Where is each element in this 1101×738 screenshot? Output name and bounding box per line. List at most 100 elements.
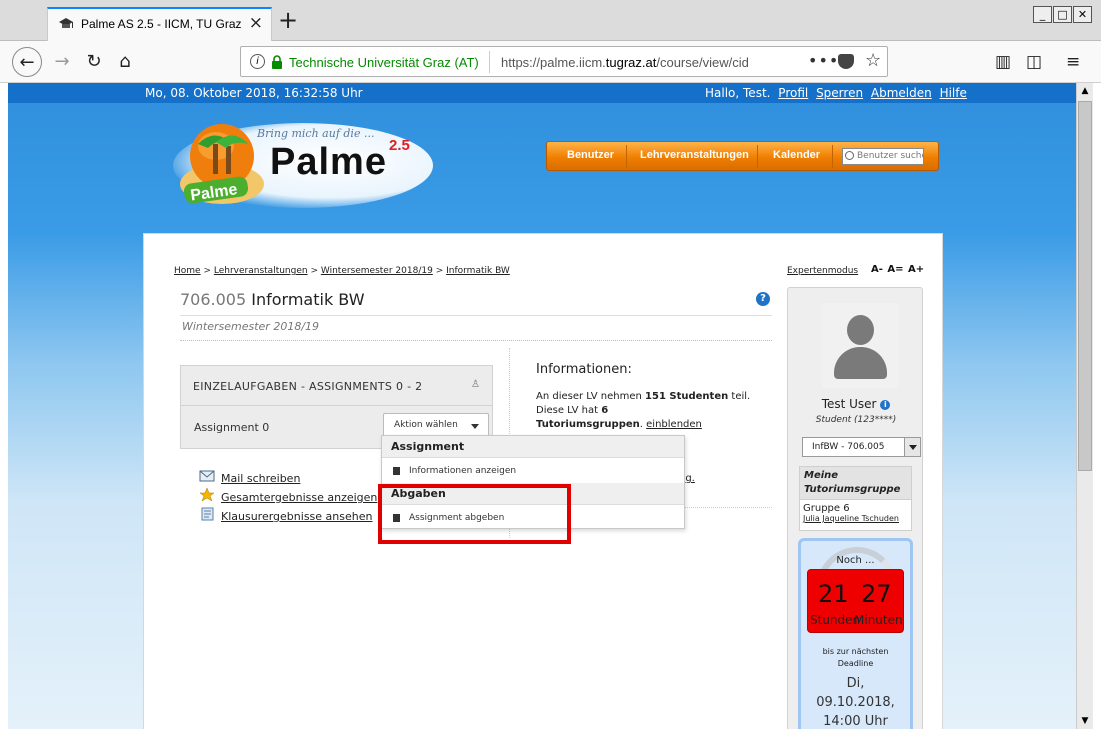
user-search-input[interactable]: Benutzer suchen [842, 148, 924, 165]
current-date: Mo, 08. Oktober 2018, 16:32:58 Uhr [145, 86, 363, 100]
font-larger-button[interactable]: A+ [908, 264, 924, 275]
pocket-icon[interactable] [838, 54, 854, 69]
window-minimize-button[interactable]: _ [1033, 6, 1052, 23]
back-arrow-icon[interactable]: ← [12, 47, 42, 77]
page-actions-icon[interactable]: ••• [808, 51, 839, 70]
chevron-down-icon[interactable] [904, 438, 920, 456]
star-icon [199, 488, 215, 502]
user-role: Student (123****) [815, 415, 897, 425]
logo-brand: Palme [270, 141, 387, 183]
breadcrumb-home[interactable]: Home [174, 266, 201, 276]
sidebar-toggle-icon[interactable]: ◫ [1026, 52, 1042, 72]
help-link[interactable]: Hilfe [940, 86, 967, 100]
font-normal-button[interactable]: A= [887, 264, 903, 275]
content-card: Home > Lehrveranstaltungen > Wintersemes… [143, 233, 943, 729]
window-maximize-button[interactable]: □ [1053, 6, 1072, 23]
countdown-timer: 21 27 Stunden Minuten [807, 569, 904, 633]
total-results-link[interactable]: Gesamtergebnisse anzeigen [221, 491, 377, 504]
site-identity-label: Technische Universität Graz (AT) [289, 55, 479, 70]
document-icon [201, 507, 214, 521]
logo-version: 2.5 [389, 137, 410, 154]
avatar-head [847, 315, 874, 345]
forward-arrow-icon[interactable]: → [47, 47, 77, 77]
menu-divider [626, 145, 627, 168]
mail-icon [199, 470, 215, 482]
divider [181, 405, 492, 406]
menu-divider [832, 145, 833, 168]
top-status-bar: Mo, 08. Oktober 2018, 16:32:58 Uhr Hallo… [8, 83, 1076, 103]
menu-item-show-info[interactable]: Informationen anzeigen [382, 459, 684, 483]
divider [180, 315, 772, 316]
url-text[interactable]: https://palme.iicm.tugraz.at/course/view… [501, 55, 773, 70]
url-divider [489, 51, 490, 73]
deadline-countdown: Noch ... 21 27 Stunden Minuten bis zur n… [798, 538, 913, 729]
info-icon[interactable]: i [880, 400, 891, 410]
site-info-icon[interactable]: i [250, 54, 265, 69]
divider [180, 340, 772, 341]
countdown-minutes: 27 [861, 580, 892, 608]
new-tab-button[interactable]: + [278, 8, 298, 32]
breadcrumb-semester[interactable]: Wintersemester 2018/19 [321, 266, 433, 276]
dropdown-section-assignment: Assignment [382, 436, 684, 458]
graduation-cap-icon [59, 18, 73, 28]
home-icon[interactable]: ⌂ [110, 47, 140, 77]
action-select-button[interactable]: Aktion wählen [383, 413, 489, 437]
assignment-name: Assignment 0 [194, 421, 270, 434]
caret-down-icon [471, 424, 479, 429]
breadcrumb-courses[interactable]: Lehrveranstaltungen [214, 266, 308, 276]
scroll-down-arrow-icon[interactable]: ▼ [1077, 713, 1093, 729]
page-title: 706.005 Informatik BW [180, 290, 365, 309]
browser-tab[interactable]: Palme AS 2.5 - IICM, TU Graz × [47, 7, 272, 41]
browser-tab-bar: Palme AS 2.5 - IICM, TU Graz × + _ □ ✕ [0, 0, 1101, 41]
assignments-header: EINZELAUFGABEN - ASSIGNMENTS 0 - 2 [193, 380, 423, 393]
bookmark-star-icon[interactable]: ☆ [865, 50, 881, 71]
countdown-hours: 21 [818, 580, 849, 608]
tutorium-group: Gruppe 6 Julia Jaqueline Tschuden [799, 499, 912, 531]
breadcrumb-course[interactable]: Informatik BW [446, 266, 510, 276]
menu-courses[interactable]: Lehrveranstaltungen [640, 149, 749, 161]
document-icon [393, 467, 400, 475]
course-select[interactable]: InfBW - 706.005 [802, 437, 921, 457]
tab-close-icon[interactable]: × [249, 13, 263, 33]
address-bar[interactable]: i Technische Universität Graz (AT) https… [240, 46, 888, 77]
group-count: 6 [601, 405, 609, 416]
user-sidebar: Test User i Student (123****) InfBW - 70… [787, 287, 923, 729]
browser-nav-bar: ← → ↻ ⌂ i Technische Universität Graz (A… [0, 41, 1101, 83]
greeting: Hallo, Test. [705, 86, 771, 100]
expert-mode-link[interactable]: Expertenmodus [787, 266, 858, 276]
menu-divider [757, 145, 758, 168]
info-text: An dieser LV nehmen 151 Studenten teil. … [536, 391, 751, 430]
help-icon[interactable]: ? [756, 292, 770, 306]
minutes-label: Minuten [854, 613, 903, 627]
tutorium-heading: Meine Tutoriumsgruppe [799, 466, 912, 499]
lock-link[interactable]: Sperren [816, 86, 863, 100]
semester-label: Wintersemester 2018/19 [182, 320, 320, 333]
deadline-date: Di, 09.10.2018, 14:00 Uhr [816, 676, 895, 729]
hamburger-menu-icon[interactable]: ≡ [1066, 52, 1080, 72]
tutor-link[interactable]: Julia Jaqueline Tschuden [803, 514, 908, 523]
reload-icon[interactable]: ↻ [79, 47, 109, 77]
search-icon [845, 151, 854, 160]
scrollbar-thumb[interactable] [1078, 101, 1092, 471]
profile-link[interactable]: Profil [778, 86, 808, 100]
page-scrollbar[interactable]: ▲ ▼ [1076, 83, 1093, 729]
info-heading: Informationen: [536, 362, 632, 377]
window-close-button[interactable]: ✕ [1073, 6, 1092, 23]
menu-users[interactable]: Benutzer [567, 149, 614, 161]
student-count: 151 Studenten [645, 391, 729, 402]
mail-link[interactable]: Mail schreiben [221, 472, 300, 485]
font-size-controls: A- A= A+ [871, 264, 925, 275]
countdown-subtitle: bis zur nächsten Deadline [822, 647, 889, 668]
scroll-up-arrow-icon[interactable]: ▲ [1077, 83, 1093, 99]
person-icon: ♙ [471, 379, 480, 390]
exam-results-link[interactable]: Klausurergebnisse ansehen [221, 510, 372, 523]
hours-label: Stunden [810, 613, 861, 627]
menu-calendar[interactable]: Kalender [773, 149, 820, 161]
tab-title: Palme AS 2.5 - IICM, TU Graz [81, 17, 242, 31]
library-icon[interactable]: ▥ [995, 52, 1011, 72]
font-smaller-button[interactable]: A- [871, 264, 883, 275]
countdown-prefix: Noch ... [836, 555, 875, 566]
avatar-body [834, 347, 887, 379]
show-groups-link[interactable]: einblenden [646, 419, 702, 430]
logout-link[interactable]: Abmelden [871, 86, 932, 100]
